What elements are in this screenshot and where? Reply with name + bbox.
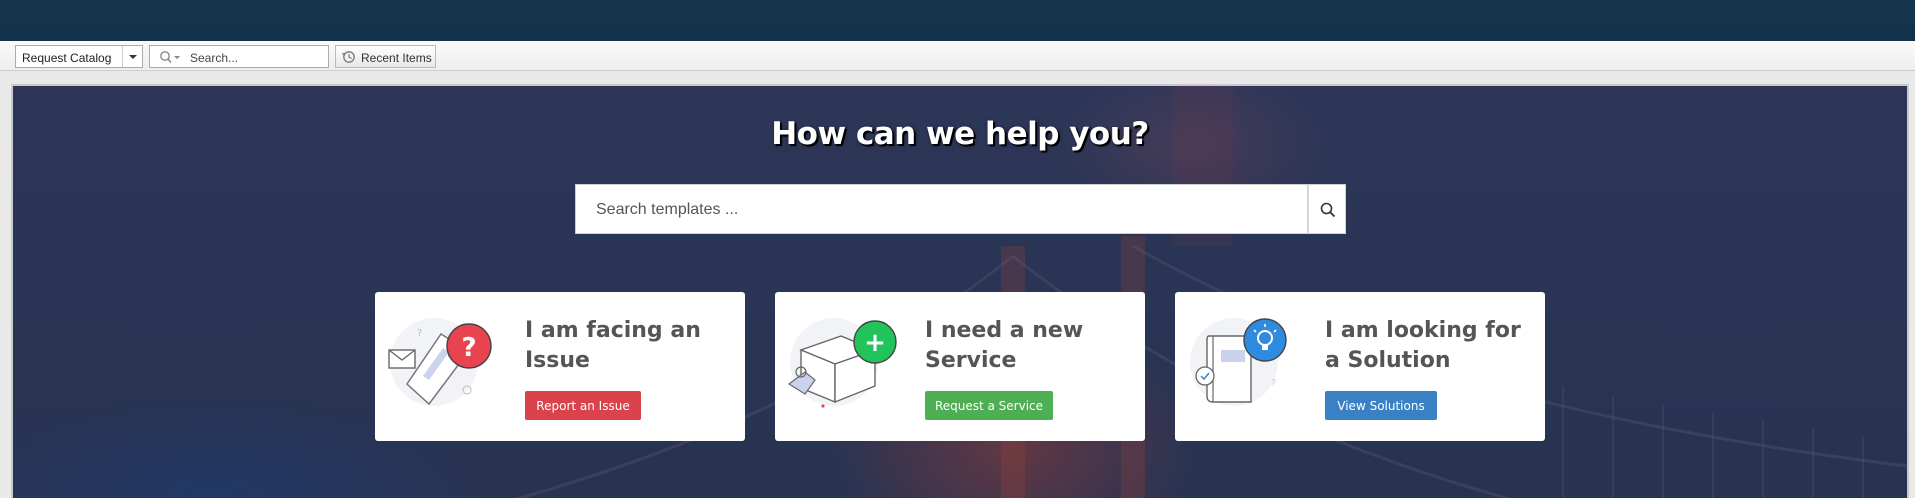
card-report-issue[interactable]: ? ? I am facing an Issue Report an Issue [375, 292, 745, 441]
request-service-button[interactable]: Request a Service [925, 391, 1053, 420]
chevron-down-icon[interactable] [122, 46, 142, 67]
issue-illustration: ? ? [388, 318, 492, 406]
module-select-value: Request Catalog [22, 51, 112, 65]
toolbar-search-input[interactable]: Search... [149, 45, 329, 68]
template-search-input[interactable]: Search templates ... [575, 184, 1308, 234]
plus-icon: + [864, 328, 886, 358]
recent-items-button[interactable]: Recent Items [335, 45, 436, 68]
card-title: I need a new Service [925, 318, 1084, 373]
module-select[interactable]: Request Catalog [15, 45, 143, 68]
report-issue-button[interactable]: Report an Issue [525, 391, 641, 420]
hero-headline: How can we help you? [771, 116, 1149, 152]
toolbar-search-placeholder: Search... [190, 51, 239, 65]
card-request-service[interactable]: + I need a new Service Request a Service [775, 292, 1145, 441]
toolbar: Request Catalog Search... Recent Items [0, 41, 1915, 71]
content-frame: How can we help you? Search templates ..… [11, 84, 1909, 498]
card-title: I am looking for a Solution [1325, 318, 1521, 373]
question-icon: ? [461, 333, 476, 363]
solution-illustration: ? [1190, 318, 1287, 406]
card-view-solutions[interactable]: ? I am looking for a Solution View Solut… [1175, 292, 1545, 441]
service-illustration: + [787, 318, 897, 408]
recent-items-label: Recent Items [361, 51, 432, 65]
search-icon[interactable] [159, 50, 181, 64]
card-title: I am facing an Issue [525, 318, 701, 373]
hero-banner: How can we help you? Search templates ..… [13, 86, 1907, 498]
app-header-bar [0, 0, 1915, 41]
template-search-placeholder: Search templates ... [596, 201, 739, 218]
svg-text:?: ? [417, 328, 422, 339]
history-icon [342, 51, 355, 63]
search-icon [1320, 202, 1336, 218]
view-solutions-button[interactable]: View Solutions [1325, 391, 1437, 420]
template-search-button[interactable] [1308, 184, 1346, 234]
svg-text:?: ? [1271, 378, 1276, 389]
